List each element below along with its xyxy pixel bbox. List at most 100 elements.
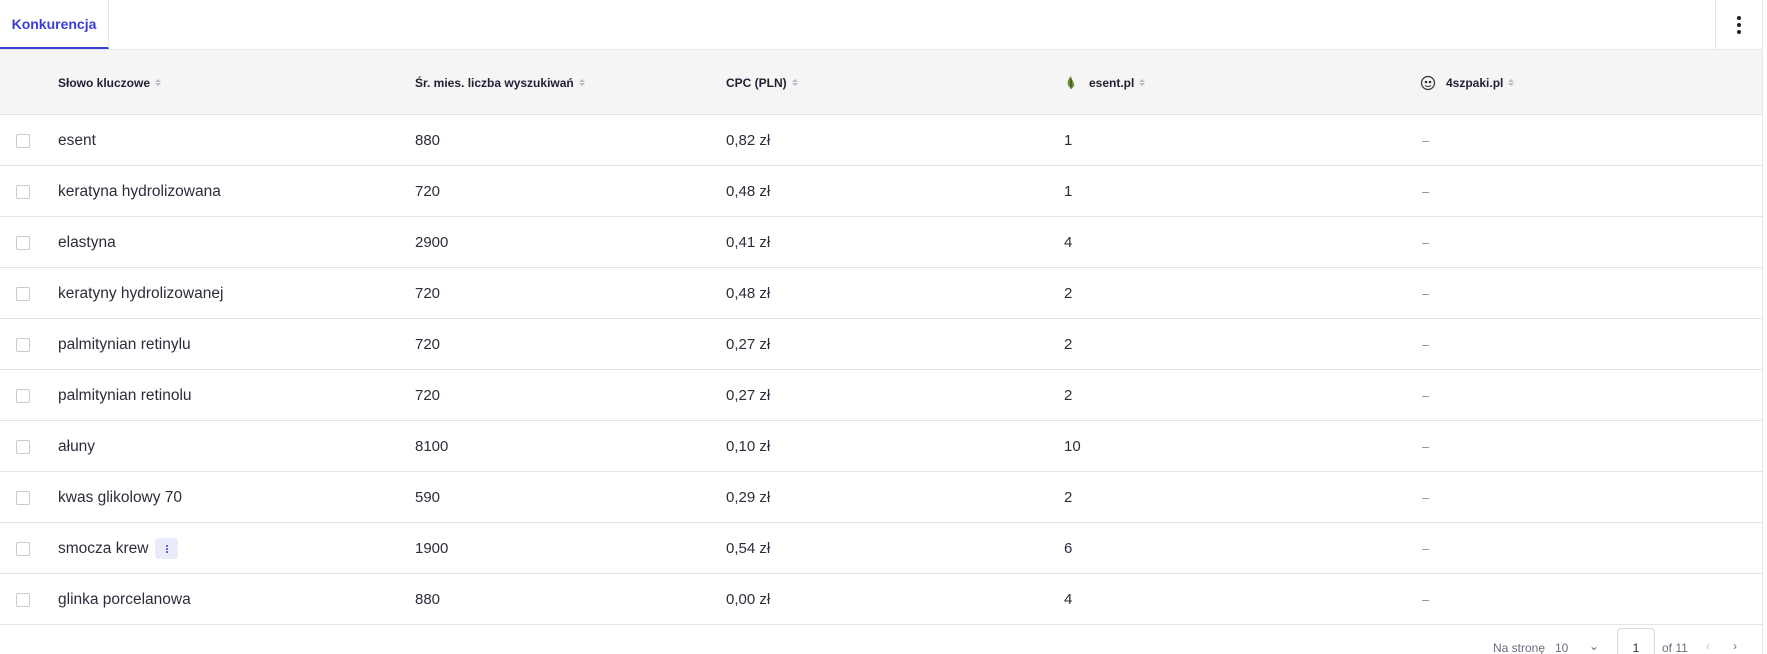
keyword-info-button[interactable]: [155, 538, 179, 559]
keyword-cell: kwas glikolowy 70: [58, 488, 183, 506]
tab-bar: Konkurencja: [0, 0, 1767, 50]
column-header-keyword[interactable]: Słowo kluczowe: [58, 50, 162, 115]
keyword-cell: ałuny: [58, 437, 96, 455]
cpc-cell: 0,29 zł: [726, 489, 771, 506]
scroll-edge: [1762, 0, 1767, 654]
competitor-2-position-cell: –: [1422, 541, 1430, 556]
column-header-competitor-2[interactable]: 4szpaki.pl: [1420, 50, 1515, 115]
column-header-label: Śr. mies. liczba wyszukiwań: [415, 75, 574, 90]
competitor-2-position-cell: –: [1422, 133, 1430, 148]
row-checkbox[interactable]: [16, 185, 30, 199]
column-header-label: 4szpaki.pl: [1446, 75, 1504, 90]
competitor-1-position-cell: 2: [1064, 387, 1073, 404]
row-checkbox[interactable]: [16, 134, 30, 148]
volume-cell: 880: [415, 591, 441, 608]
keyword-cell: keratyna hydrolizowana: [58, 182, 221, 200]
sort-icon: [791, 79, 798, 86]
table-row[interactable]: kwas glikolowy 70 590 0,29 zł 2 –: [0, 472, 1762, 523]
sort-icon: [1508, 79, 1515, 86]
column-header-label: CPC (PLN): [726, 75, 787, 90]
column-header-competitor-1[interactable]: esent.pl: [1063, 50, 1146, 115]
competitor-1-position-cell: 1: [1064, 183, 1073, 200]
row-checkbox[interactable]: [16, 440, 30, 454]
sort-icon: [1139, 79, 1146, 86]
competitor-2-position-cell: –: [1422, 235, 1430, 250]
table-row[interactable]: keratyny hydrolizowanej 720 0,48 zł 2 –: [0, 268, 1762, 319]
keyword-cell: esent: [58, 131, 96, 149]
competitor-2-position-cell: –: [1422, 388, 1430, 403]
sort-icon: [578, 79, 585, 86]
competitor-1-position-cell: 2: [1064, 489, 1073, 506]
keyword-cell: smocza krew: [58, 523, 179, 574]
table-row[interactable]: ałuny 8100 0,10 zł 10 –: [0, 421, 1762, 472]
table-header: Słowo kluczowe Śr. mies. liczba wyszukiw…: [0, 50, 1762, 115]
row-checkbox[interactable]: [16, 491, 30, 505]
chevron-down-icon[interactable]: ⌄: [1589, 639, 1599, 654]
cpc-cell: 0,48 zł: [726, 285, 771, 302]
table-row[interactable]: glinka porcelanowa 880 0,00 zł 4 –: [0, 574, 1762, 625]
row-checkbox[interactable]: [16, 593, 30, 607]
table-row[interactable]: esent 880 0,82 zł 1 –: [0, 115, 1762, 166]
cpc-cell: 0,27 zł: [726, 336, 771, 353]
page-number-input[interactable]: 1: [1617, 628, 1655, 654]
cpc-cell: 0,00 zł: [726, 591, 771, 608]
volume-cell: 880: [415, 132, 441, 149]
table-row[interactable]: keratyna hydrolizowana 720 0,48 zł 1 –: [0, 166, 1762, 217]
tab-konkurencja[interactable]: Konkurencja: [0, 0, 109, 49]
volume-cell: 720: [415, 183, 441, 200]
row-checkbox[interactable]: [16, 542, 30, 556]
4szpaki-favicon-icon: [1420, 75, 1436, 91]
kebab-menu-icon: [1737, 15, 1741, 34]
competitor-2-position-cell: –: [1422, 337, 1430, 352]
table-row[interactable]: palmitynian retinylu 720 0,27 zł 2 –: [0, 319, 1762, 370]
competitor-2-position-cell: –: [1422, 286, 1430, 301]
competitor-1-position-cell: 4: [1064, 591, 1073, 608]
volume-cell: 720: [415, 387, 441, 404]
volume-cell: 2900: [415, 234, 449, 251]
cpc-cell: 0,54 zł: [726, 540, 771, 557]
column-header-label: Słowo kluczowe: [58, 75, 151, 90]
table-row[interactable]: palmitynian retinolu 720 0,27 zł 2 –: [0, 370, 1762, 421]
competitor-2-position-cell: –: [1422, 592, 1430, 607]
per-page-label: Na stronę: [1493, 641, 1546, 654]
competitor-1-position-cell: 4: [1064, 234, 1073, 251]
cpc-cell: 0,10 zł: [726, 438, 771, 455]
competitor-1-position-cell: 10: [1064, 438, 1081, 455]
esent-favicon-icon: [1063, 75, 1079, 91]
row-checkbox[interactable]: [16, 338, 30, 352]
cpc-cell: 0,82 zł: [726, 132, 771, 149]
keyword-label: smocza krew: [58, 539, 149, 557]
per-page-select[interactable]: 10: [1555, 641, 1568, 654]
volume-cell: 720: [415, 285, 441, 302]
keyword-cell: glinka porcelanowa: [58, 590, 191, 608]
table-row[interactable]: smocza krew 1900 0,54 zł 6 –: [0, 523, 1762, 574]
row-checkbox[interactable]: [16, 389, 30, 403]
cpc-cell: 0,41 zł: [726, 234, 771, 251]
competitor-1-position-cell: 1: [1064, 132, 1073, 149]
volume-cell: 1900: [415, 540, 449, 557]
competitor-2-position-cell: –: [1422, 490, 1430, 505]
row-checkbox[interactable]: [16, 236, 30, 250]
competitor-1-position-cell: 2: [1064, 285, 1073, 302]
row-checkbox[interactable]: [16, 287, 30, 301]
column-header-cpc[interactable]: CPC (PLN): [726, 50, 798, 115]
keyword-cell: keratyny hydrolizowanej: [58, 284, 224, 302]
column-header-label: esent.pl: [1089, 75, 1135, 90]
more-vertical-icon: [165, 544, 168, 553]
keyword-cell: palmitynian retinolu: [58, 386, 192, 404]
volume-cell: 590: [415, 489, 441, 506]
competitor-1-position-cell: 6: [1064, 540, 1073, 557]
keyword-cell: palmitynian retinylu: [58, 335, 191, 353]
chevron-left-icon[interactable]: ‹: [1706, 639, 1710, 654]
volume-cell: 8100: [415, 438, 449, 455]
competitor-2-position-cell: –: [1422, 184, 1430, 199]
cpc-cell: 0,27 zł: [726, 387, 771, 404]
volume-cell: 720: [415, 336, 441, 353]
column-header-volume[interactable]: Śr. mies. liczba wyszukiwań: [415, 50, 585, 115]
chevron-right-icon[interactable]: ›: [1733, 639, 1737, 654]
competitor-1-position-cell: 2: [1064, 336, 1073, 353]
table-row[interactable]: elastyna 2900 0,41 zł 4 –: [0, 217, 1762, 268]
more-options-button[interactable]: [1715, 0, 1762, 49]
keyword-cell: elastyna: [58, 233, 116, 251]
page-count-label: of 11: [1662, 641, 1688, 654]
